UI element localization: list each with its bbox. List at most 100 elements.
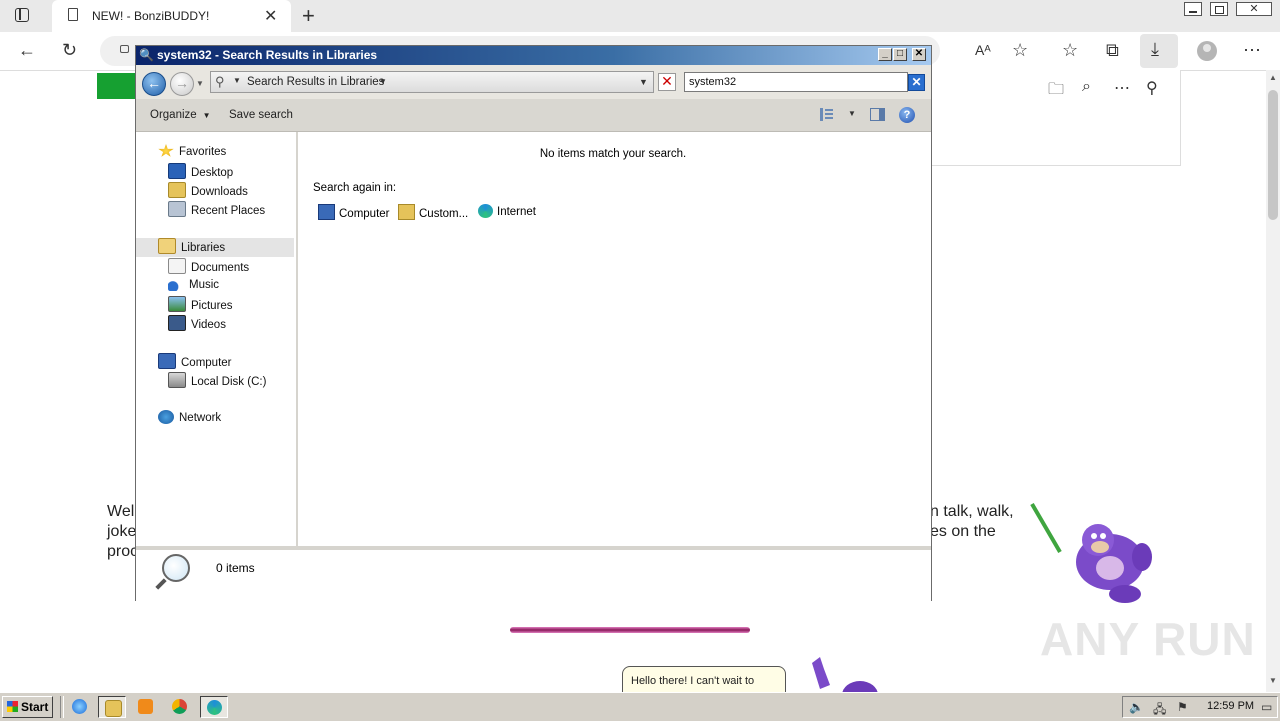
back-arrow-icon[interactable]: ← (142, 72, 166, 96)
taskbar-ie[interactable] (66, 696, 94, 718)
close-button[interactable]: ✕ (912, 48, 926, 61)
search-again-internet[interactable]: Internet (478, 204, 536, 218)
results-pane: No items match your search. Search again… (298, 132, 931, 546)
view-dropdown-icon[interactable]: ▼ (848, 109, 856, 118)
search-again-label: Computer (339, 208, 390, 220)
save-search-button[interactable]: Save search (229, 109, 293, 121)
profile-avatar[interactable] (1197, 41, 1217, 61)
nav-item-recent-places[interactable]: Recent Places (168, 201, 265, 220)
restore-button[interactable] (1210, 2, 1228, 16)
nav-label: Documents (191, 262, 250, 274)
explorer-titlebar[interactable]: 🔍 system32 - Search Results in Libraries… (136, 46, 931, 65)
nav-item-network[interactable]: Network (158, 410, 221, 429)
address-dropdown-icon[interactable]: ▼ (639, 77, 648, 87)
downloads-folder-icon (168, 182, 186, 198)
disk-icon (168, 372, 186, 388)
divider-line (510, 627, 750, 633)
music-icon (168, 277, 184, 291)
tab-title: NEW! - BonziBUDDY! (92, 9, 210, 23)
browser-tab[interactable]: NEW! - BonziBUDDY! ✕ (52, 0, 291, 32)
more-menu-icon[interactable]: ⋯ (1243, 40, 1261, 61)
change-view-icon[interactable] (820, 108, 834, 121)
show-desktop-icon[interactable]: ▭ (1261, 700, 1272, 714)
address-bar[interactable]: ⚲ ▼ Search Results in Libraries ▼ ▼ (210, 71, 654, 93)
welcome-text-left: Wel joke proc (107, 502, 139, 562)
read-aloud-icon[interactable]: Aᴬ (975, 42, 991, 58)
command-bar: Organize ▼ Save search ▼ ? (136, 99, 931, 132)
search-again-computer[interactable]: Computer (318, 204, 390, 220)
welcome-line: n talk, walk, (930, 503, 1014, 520)
tab-actions-icon[interactable] (15, 8, 29, 22)
collections-icon[interactable]: ⧉ (1106, 40, 1119, 61)
taskbar-media-player[interactable] (132, 696, 160, 718)
taskbar-explorer[interactable] (98, 696, 126, 718)
help-icon[interactable]: ? (899, 107, 915, 123)
anyrun-watermark: ANY RUN (1040, 613, 1256, 665)
item-count: 0 items (216, 561, 255, 575)
nav-item-pictures[interactable]: Pictures (168, 296, 233, 315)
search-input[interactable]: system32 (684, 72, 908, 92)
nav-label: Computer (181, 357, 232, 369)
minimize-button[interactable]: _ (878, 48, 892, 61)
search-icon[interactable]: ⌕ (1082, 78, 1091, 96)
add-favorite-icon[interactable]: ☆ (1012, 40, 1028, 61)
nav-item-downloads[interactable]: Downloads (168, 182, 248, 201)
volume-icon[interactable]: 🔈 (1129, 700, 1144, 714)
page-icon (68, 8, 78, 21)
clear-search-button[interactable]: ✕ (908, 74, 925, 91)
preview-pane-icon[interactable] (870, 108, 885, 121)
welcome-line: proc (107, 543, 139, 560)
scroll-thumb[interactable] (1268, 90, 1278, 220)
chevron-down-icon: ▼ (202, 111, 211, 120)
more-options-icon[interactable]: ⋯ (1114, 78, 1130, 98)
refresh-icon[interactable]: ↻ (62, 40, 77, 61)
clock[interactable]: 12:59 PM (1207, 700, 1254, 712)
page-scrollbar[interactable]: ▲ ▼ (1266, 70, 1280, 692)
scroll-down-icon[interactable]: ▼ (1269, 676, 1277, 685)
nav-item-desktop[interactable]: Desktop (168, 163, 233, 182)
minimize-button[interactable] (1184, 2, 1202, 16)
pin-icon[interactable]: ⚲ (1146, 78, 1158, 98)
downloads-button[interactable]: ⤓ (1140, 34, 1178, 68)
nav-label: Network (179, 412, 222, 424)
nav-item-computer[interactable]: Computer (158, 353, 232, 372)
green-banner[interactable] (97, 73, 137, 99)
search-again-custom[interactable]: Custom... (398, 204, 468, 220)
stop-search-icon[interactable]: ✕ (658, 73, 676, 91)
back-arrow-icon[interactable]: ← (18, 40, 36, 61)
address-row: ← → ▼ ⚲ ▼ Search Results in Libraries ▼ … (136, 65, 931, 99)
nav-label: Recent Places (191, 205, 266, 217)
folder-icon[interactable]: 🗀 (1048, 78, 1064, 105)
taskbar-separator (60, 696, 64, 718)
nav-item-libraries[interactable]: Libraries (136, 238, 294, 257)
recent-pages-dropdown-icon[interactable]: ▼ (196, 79, 204, 88)
chevron-down-icon[interactable]: ▼ (233, 76, 241, 85)
browser-tab-strip: NEW! - BonziBUDDY! ✕ + ✕ (0, 0, 1280, 32)
recent-places-icon (168, 201, 186, 217)
favorites-icon[interactable]: ☆ (1062, 40, 1078, 61)
nav-item-local-disk[interactable]: Local Disk (C:) (168, 372, 266, 391)
chrome-icon (172, 699, 187, 714)
breadcrumb[interactable]: Search Results in Libraries (247, 76, 384, 88)
network-tray-icon[interactable]: 🖧 (1153, 700, 1166, 721)
close-tab-icon[interactable]: ✕ (264, 6, 277, 26)
start-button[interactable]: Start (2, 696, 53, 718)
edge-browser-icon (478, 204, 493, 218)
custom-folder-icon (398, 204, 415, 220)
new-tab-button[interactable]: + (302, 3, 315, 29)
nav-item-favorites[interactable]: Favorites (158, 144, 226, 163)
window-close-button[interactable]: ✕ (1236, 2, 1272, 16)
nav-item-music[interactable]: Music (168, 277, 219, 296)
taskbar-chrome[interactable] (166, 696, 194, 718)
nav-item-documents[interactable]: Documents (168, 258, 249, 277)
search-again-label: Search again in: (313, 182, 397, 194)
scroll-up-icon[interactable]: ▲ (1269, 73, 1277, 82)
chevron-down-icon[interactable]: ▼ (379, 77, 387, 86)
maximize-button[interactable]: □ (893, 48, 907, 61)
nav-item-videos[interactable]: Videos (168, 315, 226, 334)
organize-button[interactable]: Organize ▼ (150, 109, 211, 121)
magnifier-icon (162, 554, 190, 582)
action-center-flag-icon[interactable]: ⚑ (1177, 700, 1188, 714)
taskbar-edge[interactable] (200, 696, 228, 718)
forward-arrow-icon[interactable]: → (170, 72, 194, 96)
